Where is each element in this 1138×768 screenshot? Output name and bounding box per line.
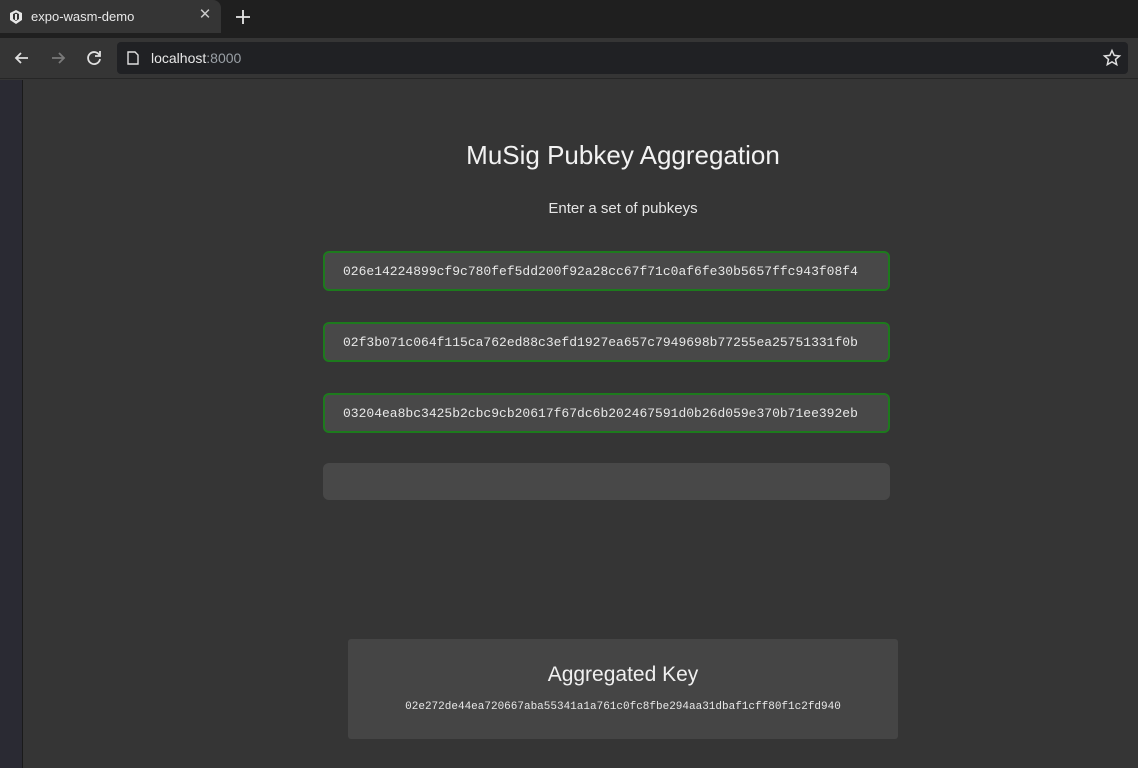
pubkey-input-new[interactable]	[323, 463, 890, 500]
plus-icon[interactable]	[233, 7, 253, 27]
page-icon	[127, 51, 139, 65]
aggregated-key-title: Aggregated Key	[547, 663, 699, 686]
url-host: localhost	[151, 50, 207, 66]
page-content: MuSig Pubkey Aggregation Enter a set of …	[23, 80, 1138, 768]
close-icon[interactable]: ✕	[197, 7, 213, 23]
url-port: :8000	[206, 50, 242, 66]
browser-tab-bar: expo-wasm-demo ✕	[0, 0, 1138, 38]
browser-tab[interactable]: expo-wasm-demo ✕	[0, 0, 221, 33]
url-text[interactable]: localhost:8000	[151, 50, 241, 66]
pubkey-input-1[interactable]	[323, 251, 890, 291]
pubkey-input-3[interactable]	[323, 393, 890, 433]
star-icon[interactable]	[1102, 48, 1122, 68]
browser-toolbar: localhost:8000	[0, 38, 1138, 79]
aggregated-key-value: 02e272de44ea720667aba55341a1a761c0fc8fbe…	[405, 701, 841, 713]
pubkey-input-2[interactable]	[323, 322, 890, 362]
reload-icon[interactable]	[84, 48, 104, 68]
expo-favicon-icon	[10, 10, 22, 24]
address-bar[interactable]: localhost:8000	[117, 42, 1128, 74]
arrow-right-icon[interactable]	[48, 48, 68, 68]
aggregated-key-card: Aggregated Key 02e272de44ea720667aba5534…	[348, 639, 898, 739]
subtitle: Enter a set of pubkeys	[548, 200, 698, 217]
page-title: MuSig Pubkey Aggregation	[466, 140, 780, 170]
arrow-left-icon[interactable]	[12, 48, 32, 68]
tab-title: expo-wasm-demo	[31, 9, 135, 24]
left-gutter	[0, 80, 23, 768]
